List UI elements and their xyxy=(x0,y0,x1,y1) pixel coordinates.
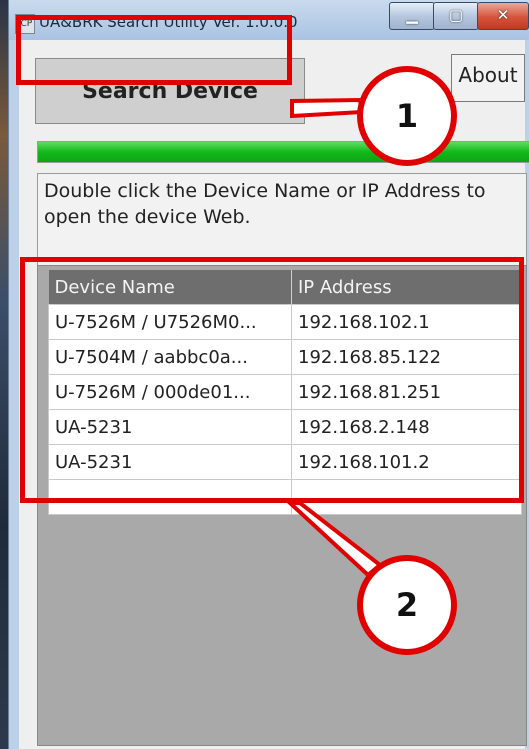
maximize-icon: ▢ xyxy=(448,6,464,24)
progress-bar xyxy=(37,141,529,163)
callout-badge-1: 1 xyxy=(357,66,457,166)
minimize-button[interactable]: ▁ xyxy=(389,2,435,30)
highlight-box-device-table xyxy=(20,257,524,503)
callout-badge-2: 2 xyxy=(357,555,457,655)
close-icon: ✕ xyxy=(496,6,510,24)
about-button[interactable]: About xyxy=(451,54,525,102)
desktop-background-strip xyxy=(0,0,8,749)
instruction-text: Double click the Device Name or IP Addre… xyxy=(37,173,527,265)
maximize-button[interactable]: ▢ xyxy=(433,2,479,30)
progress-fill xyxy=(38,142,529,162)
highlight-box-search-button xyxy=(16,15,292,85)
minimize-icon: ▁ xyxy=(406,6,418,24)
close-button[interactable]: ✕ xyxy=(477,2,529,30)
